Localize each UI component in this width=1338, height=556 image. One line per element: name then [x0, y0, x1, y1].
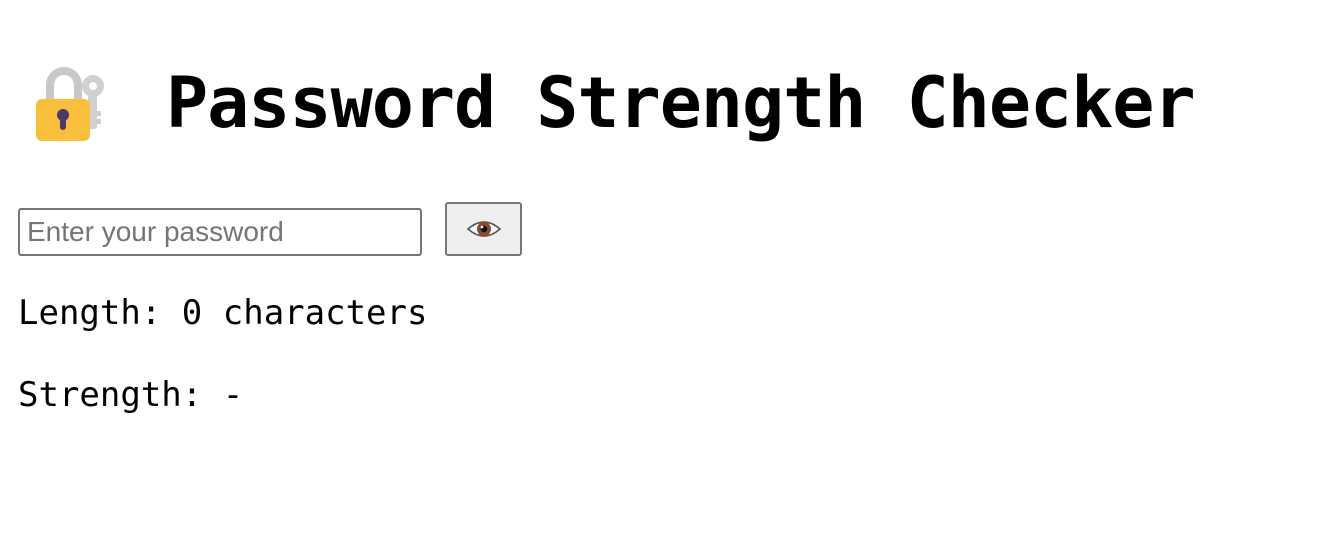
strength-readout: Strength: - — [18, 378, 243, 412]
toggle-visibility-button[interactable] — [445, 202, 522, 256]
locked-with-key-icon — [36, 67, 104, 141]
length-readout: Length: 0 characters — [18, 296, 427, 330]
page-header: Password Strength Checker — [30, 58, 1196, 148]
strength-label: Strength: — [18, 375, 203, 415]
length-label: Length: — [18, 293, 162, 333]
page-title: Password Strength Checker — [166, 62, 1196, 144]
length-value: 0 — [181, 293, 203, 333]
strength-value: - — [222, 375, 244, 415]
password-input[interactable] — [18, 208, 422, 256]
length-unit: characters — [222, 293, 428, 333]
eye-icon — [466, 221, 501, 237]
password-input-row — [18, 202, 522, 256]
